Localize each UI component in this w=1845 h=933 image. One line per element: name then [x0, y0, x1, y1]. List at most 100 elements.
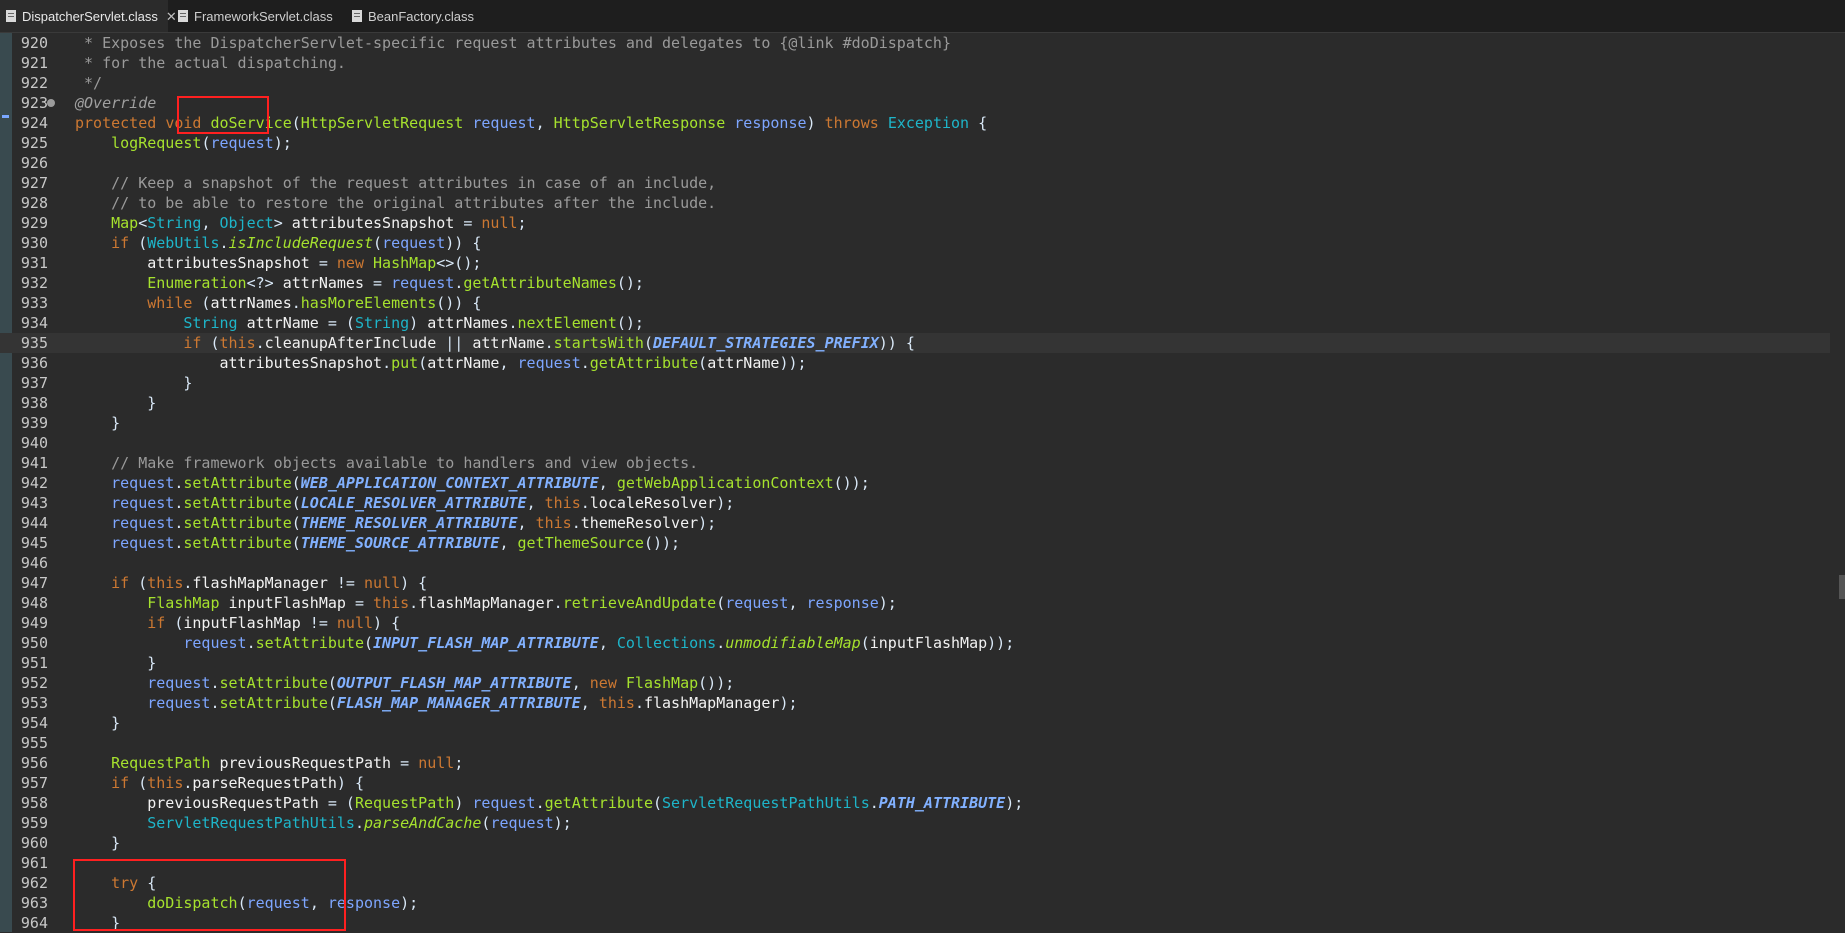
- override-marker-icon[interactable]: [47, 99, 55, 107]
- code-line[interactable]: 958 previousRequestPath = (RequestPath) …: [0, 793, 1830, 813]
- code-line[interactable]: 926: [0, 153, 1830, 173]
- code-text[interactable]: request.setAttribute(FLASH_MAP_MANAGER_A…: [75, 693, 797, 713]
- code-line[interactable]: 953 request.setAttribute(FLASH_MAP_MANAG…: [0, 693, 1830, 713]
- code-text[interactable]: attributesSnapshot = new HashMap<>();: [75, 253, 481, 273]
- code-line[interactable]: 943 request.setAttribute(LOCALE_RESOLVER…: [0, 493, 1830, 513]
- code-line[interactable]: 934 String attrName = (String) attrNames…: [0, 313, 1830, 333]
- line-number: 922: [20, 74, 48, 92]
- code-line[interactable]: 939 }: [0, 413, 1830, 433]
- code-line[interactable]: 959 ServletRequestPathUtils.parseAndCach…: [0, 813, 1830, 833]
- scrollbar-thumb[interactable]: [1839, 575, 1845, 599]
- code-line[interactable]: 940: [0, 433, 1830, 453]
- code-line[interactable]: 946: [0, 553, 1830, 573]
- code-text[interactable]: while (attrNames.hasMoreElements()) {: [75, 293, 481, 313]
- code-editor[interactable]: 920 * Exposes the DispatcherServlet-spec…: [0, 33, 1845, 932]
- line-number: 920: [20, 34, 48, 52]
- code-line[interactable]: 937 }: [0, 373, 1830, 393]
- code-line[interactable]: 931 attributesSnapshot = new HashMap<>()…: [0, 253, 1830, 273]
- code-line[interactable]: 942 request.setAttribute(WEB_APPLICATION…: [0, 473, 1830, 493]
- code-line[interactable]: 925 logRequest(request);: [0, 133, 1830, 153]
- code-line[interactable]: 954 }: [0, 713, 1830, 733]
- line-number: 964: [20, 914, 48, 932]
- code-text[interactable]: request.setAttribute(THEME_RESOLVER_ATTR…: [75, 513, 716, 533]
- code-line[interactable]: 929 Map<String, Object> attributesSnapsh…: [0, 213, 1830, 233]
- code-text[interactable]: request.setAttribute(OUTPUT_FLASH_MAP_AT…: [75, 673, 734, 693]
- code-text[interactable]: request.setAttribute(INPUT_FLASH_MAP_ATT…: [75, 633, 1014, 653]
- code-text[interactable]: */: [75, 73, 102, 93]
- vertical-scrollbar[interactable]: [1839, 33, 1845, 932]
- code-line[interactable]: 924 protected void doService(HttpServletR…: [0, 113, 1830, 133]
- code-text[interactable]: logRequest(request);: [75, 133, 292, 153]
- code-line[interactable]: 960 }: [0, 833, 1830, 853]
- code-text[interactable]: // Keep a snapshot of the request attrib…: [75, 173, 716, 193]
- code-line[interactable]: 957 if (this.parseRequestPath) {: [0, 773, 1830, 793]
- code-line[interactable]: 930 if (WebUtils.isIncludeRequest(reques…: [0, 233, 1830, 253]
- code-text[interactable]: RequestPath previousRequestPath = null;: [75, 753, 463, 773]
- code-line[interactable]: 922 */: [0, 73, 1830, 93]
- code-line[interactable]: 955: [0, 733, 1830, 753]
- code-text[interactable]: if (WebUtils.isIncludeRequest(request)) …: [75, 233, 481, 253]
- code-line[interactable]: 952 request.setAttribute(OUTPUT_FLASH_MA…: [0, 673, 1830, 693]
- code-text[interactable]: }: [75, 413, 120, 433]
- code-text[interactable]: * Exposes the DispatcherServlet-specific…: [75, 33, 951, 53]
- code-line[interactable]: 933 while (attrNames.hasMoreElements()) …: [0, 293, 1830, 313]
- code-line[interactable]: 923 @Override: [0, 93, 1830, 113]
- code-line[interactable]: 949 if (inputFlashMap != null) {: [0, 613, 1830, 633]
- code-text[interactable]: Map<String, Object> attributesSnapshot =…: [75, 213, 526, 233]
- code-line[interactable]: 927 // Keep a snapshot of the request at…: [0, 173, 1830, 193]
- code-line[interactable]: 941 // Make framework objects available …: [0, 453, 1830, 473]
- code-line[interactable]: 950 request.setAttribute(INPUT_FLASH_MAP…: [0, 633, 1830, 653]
- code-text[interactable]: }: [75, 393, 156, 413]
- tab-dispatcherservlet[interactable]: DispatcherServlet.class ✕: [0, 0, 177, 32]
- tab-frameworkservlet[interactable]: FrameworkServlet.class: [172, 0, 342, 32]
- code-text[interactable]: if (this.cleanupAfterInclude || attrName…: [75, 333, 915, 353]
- code-line[interactable]: 920 * Exposes the DispatcherServlet-spec…: [0, 33, 1830, 53]
- code-text[interactable]: if (inputFlashMap != null) {: [75, 613, 400, 633]
- code-text[interactable]: previousRequestPath = (RequestPath) requ…: [75, 793, 1023, 813]
- code-line[interactable]: 945 request.setAttribute(THEME_SOURCE_AT…: [0, 533, 1830, 553]
- code-text[interactable]: if (this.parseRequestPath) {: [75, 773, 364, 793]
- code-line[interactable]: 947 if (this.flashMapManager != null) {: [0, 573, 1830, 593]
- code-text[interactable]: }: [75, 653, 156, 673]
- code-text[interactable]: String attrName = (String) attrNames.nex…: [75, 313, 644, 333]
- code-line[interactable]: 948 FlashMap inputFlashMap = this.flashM…: [0, 593, 1830, 613]
- code-text[interactable]: }: [75, 713, 120, 733]
- editor-tab-bar: DispatcherServlet.class ✕ FrameworkServle…: [0, 0, 1845, 33]
- code-line[interactable]: 938 }: [0, 393, 1830, 413]
- code-text[interactable]: request.setAttribute(THEME_SOURCE_ATTRIB…: [75, 533, 680, 553]
- line-number: 921: [20, 54, 48, 72]
- line-number: 951: [20, 654, 48, 672]
- line-number: 928: [20, 194, 48, 212]
- code-line[interactable]: 944 request.setAttribute(THEME_RESOLVER_…: [0, 513, 1830, 533]
- code-text[interactable]: request.setAttribute(LOCALE_RESOLVER_ATT…: [75, 493, 734, 513]
- line-number: 931: [20, 254, 48, 272]
- code-text[interactable]: // Make framework objects available to h…: [75, 453, 698, 473]
- code-line[interactable]: 951 }: [0, 653, 1830, 673]
- code-text[interactable]: * for the actual dispatching.: [75, 53, 346, 73]
- code-text[interactable]: @Override: [75, 93, 156, 113]
- code-text[interactable]: }: [75, 833, 120, 853]
- code-text[interactable]: Enumeration<?> attrNames = request.getAt…: [75, 273, 644, 293]
- code-line[interactable]: 956 RequestPath previousRequestPath = nu…: [0, 753, 1830, 773]
- tab-label: BeanFactory.class: [368, 9, 474, 24]
- code-text[interactable]: attributesSnapshot.put(attrName, request…: [75, 353, 807, 373]
- tab-beanfactory[interactable]: BeanFactory.class: [346, 0, 496, 32]
- line-number: 961: [20, 854, 48, 872]
- code-text[interactable]: request.setAttribute(WEB_APPLICATION_CON…: [75, 473, 870, 493]
- line-number: 924: [20, 114, 48, 132]
- code-text[interactable]: if (this.flashMapManager != null) {: [75, 573, 427, 593]
- line-number: 963: [20, 894, 48, 912]
- line-number: 952: [20, 674, 48, 692]
- code-line[interactable]: 921 * for the actual dispatching.: [0, 53, 1830, 73]
- line-number: 929: [20, 214, 48, 232]
- line-number: 947: [20, 574, 48, 592]
- line-number: 953: [20, 694, 48, 712]
- code-text[interactable]: FlashMap inputFlashMap = this.flashMapMa…: [75, 593, 897, 613]
- code-line[interactable]: 932 Enumeration<?> attrNames = request.g…: [0, 273, 1830, 293]
- code-line[interactable]: 935 if (this.cleanupAfterInclude || attr…: [0, 333, 1830, 353]
- code-text[interactable]: }: [75, 373, 192, 393]
- code-line[interactable]: 936 attributesSnapshot.put(attrName, req…: [0, 353, 1830, 373]
- code-text[interactable]: // to be able to restore the original at…: [75, 193, 716, 213]
- code-line[interactable]: 928 // to be able to restore the origina…: [0, 193, 1830, 213]
- code-text[interactable]: ServletRequestPathUtils.parseAndCache(re…: [75, 813, 571, 833]
